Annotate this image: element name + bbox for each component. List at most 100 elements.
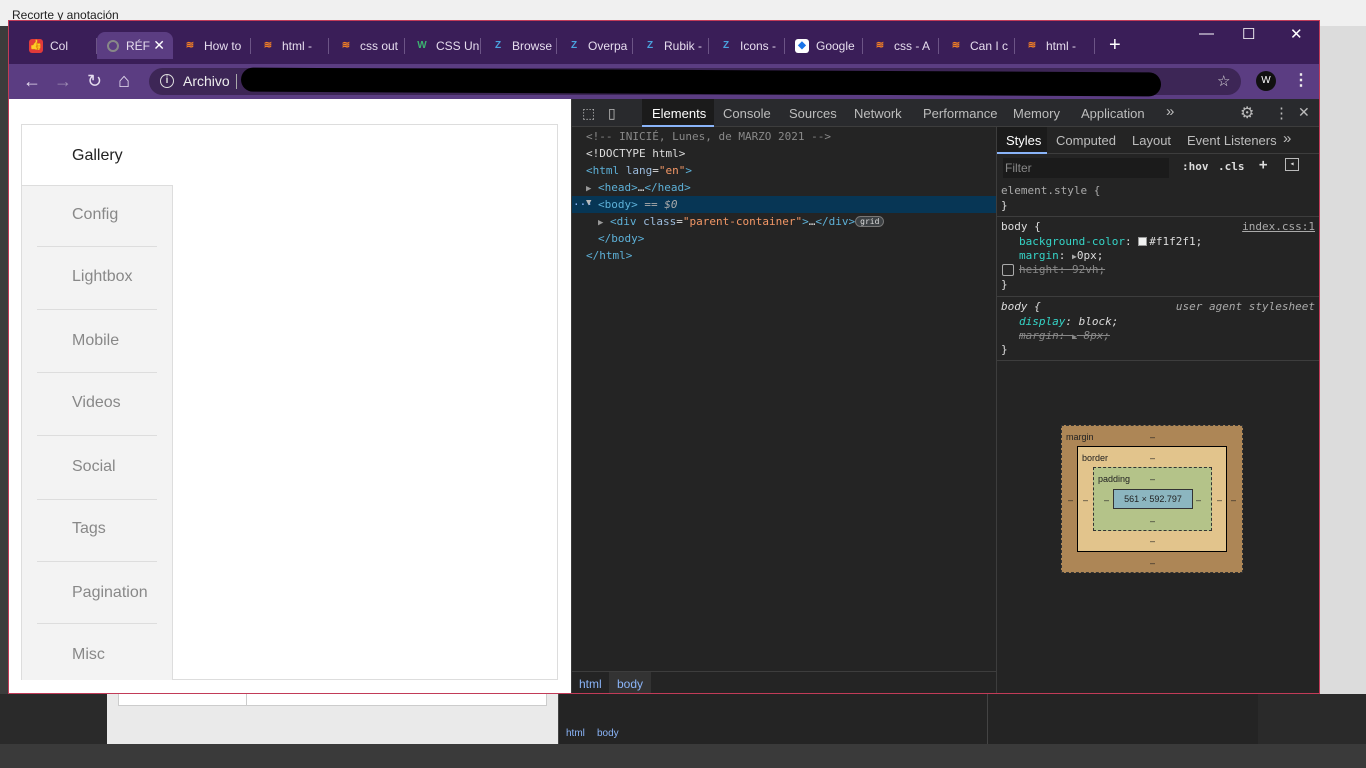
back-button[interactable]: ←: [23, 71, 41, 91]
reload-button[interactable]: ↻: [87, 71, 102, 91]
declaration-margin[interactable]: margin: ▶0px;: [1019, 249, 1103, 262]
declaration-display[interactable]: display: block;: [1019, 315, 1118, 328]
padding-left-value[interactable]: –: [1104, 495, 1109, 505]
more-styles-tabs-icon[interactable]: »: [1283, 130, 1291, 147]
border-bottom-value[interactable]: –: [1150, 536, 1155, 546]
tab-14[interactable]: ≋ html -: [1015, 32, 1095, 59]
expand-arrow-icon[interactable]: ▶: [586, 184, 591, 194]
breadcrumb-html[interactable]: html: [579, 677, 602, 691]
tab-sources[interactable]: Sources: [789, 106, 837, 121]
expand-arrow-icon[interactable]: ▶: [598, 218, 603, 228]
toggle-sidebar-icon[interactable]: ◂: [1285, 158, 1299, 171]
new-tab-button[interactable]: +: [1109, 34, 1121, 57]
home-button[interactable]: ⌂: [118, 71, 130, 91]
tab-9[interactable]: Z Rubik -: [633, 32, 709, 59]
sidebar-item-config[interactable]: Config: [37, 206, 157, 223]
sidebar-item-lightbox[interactable]: Lightbox: [37, 268, 157, 285]
element-style-rule: element.style { }: [997, 182, 1319, 217]
declaration-margin-overridden[interactable]: margin: ▶ 8px;: [1019, 329, 1110, 342]
tab-elements[interactable]: Elements: [652, 106, 706, 121]
sidebar-item-tags[interactable]: Tags: [37, 520, 157, 537]
dom-html-close[interactable]: </html>: [586, 249, 632, 262]
color-swatch-icon[interactable]: [1138, 237, 1148, 246]
declaration-height-disabled[interactable]: height: 92vh;: [1019, 263, 1105, 276]
dom-body-close[interactable]: </body>: [598, 232, 644, 245]
tab-styles[interactable]: Styles: [1006, 133, 1041, 148]
devtools-menu-icon[interactable]: ⋮: [1274, 104, 1289, 122]
tab-title: Overpa: [588, 38, 628, 53]
minimize-button[interactable]: —: [1199, 25, 1214, 42]
margin-top-value[interactable]: –: [1150, 432, 1155, 442]
styles-filter-input[interactable]: Filter: [1003, 158, 1169, 178]
tab-6[interactable]: W CSS Un: [405, 32, 481, 59]
sidebar-item-mobile[interactable]: Mobile: [37, 332, 157, 349]
settings-gear-icon[interactable]: ⚙: [1240, 103, 1254, 123]
tab-4[interactable]: ≋ html -: [251, 32, 329, 59]
declaration-background-color[interactable]: background-color: #f1f2f1;: [1019, 235, 1202, 248]
dom-head-node[interactable]: ▶ <head>…</head>: [586, 181, 691, 194]
sidebar-item-social[interactable]: Social: [37, 458, 157, 475]
tab-1[interactable]: 👍 Col: [19, 32, 97, 59]
address-bar[interactable]: i Archivo ☆: [149, 67, 1241, 97]
dom-html-open[interactable]: <html lang="en">: [586, 164, 692, 177]
tab-11[interactable]: ◆ Google: [785, 32, 863, 59]
dom-div-node[interactable]: ▶ <div class="parent-container">…</div> g…: [598, 215, 885, 228]
tab-network[interactable]: Network: [854, 106, 902, 121]
grid-badge[interactable]: grid: [855, 216, 885, 227]
box-model-content-size[interactable]: 561 × 592.797: [1113, 489, 1193, 509]
box-model-diagram[interactable]: margin – – – – border – – – – padding – …: [1061, 425, 1243, 573]
gallery-header[interactable]: Gallery: [22, 125, 173, 185]
rule-source-link[interactable]: index.css:1: [1242, 220, 1315, 233]
tab-5[interactable]: ≋ css out: [329, 32, 405, 59]
tab-7[interactable]: Z Browse: [481, 32, 557, 59]
padding-bottom-value[interactable]: –: [1150, 516, 1155, 526]
tab-event-listeners[interactable]: Event Listeners: [1187, 133, 1277, 148]
redacted-url[interactable]: [240, 67, 1162, 97]
element-style-selector[interactable]: element.style {: [1001, 184, 1100, 197]
more-tabs-icon[interactable]: »: [1166, 103, 1174, 120]
forward-button[interactable]: →: [54, 71, 72, 91]
browser-menu-icon[interactable]: ⋮: [1293, 70, 1309, 90]
breadcrumb-body[interactable]: body: [609, 672, 652, 693]
tab-8[interactable]: Z Overpa: [557, 32, 633, 59]
new-rule-button[interactable]: +: [1259, 157, 1267, 173]
padding-right-value[interactable]: –: [1196, 495, 1201, 505]
tab-computed[interactable]: Computed: [1056, 133, 1116, 148]
margin-right-value[interactable]: –: [1231, 495, 1236, 505]
class-toggle-button[interactable]: .cls: [1218, 160, 1245, 173]
bookmark-star-icon[interactable]: ☆: [1217, 72, 1230, 90]
tab-3[interactable]: ≋ How to: [173, 32, 251, 59]
sidebar-item-misc[interactable]: Misc: [37, 646, 157, 663]
collapse-arrow-icon[interactable]: ▼: [586, 198, 591, 208]
tab-application[interactable]: Application: [1081, 106, 1145, 121]
device-toolbar-icon[interactable]: ▯: [608, 105, 616, 122]
tab-memory[interactable]: Memory: [1013, 106, 1060, 121]
disable-property-checkbox[interactable]: [1002, 264, 1014, 276]
dom-doctype[interactable]: <!DOCTYPE html>: [586, 147, 685, 160]
tab-12[interactable]: ≋ css - A: [863, 32, 939, 59]
dom-body-node-selected[interactable]: ··· ▼ <body> == $0: [572, 196, 996, 213]
tab-13[interactable]: ≋ Can I c: [939, 32, 1015, 59]
dom-comment[interactable]: <!-- INICIÉ, Lunes, de MARZO 2021 -->: [586, 130, 831, 143]
tab-performance[interactable]: Performance: [923, 106, 997, 121]
tab-layout[interactable]: Layout: [1132, 133, 1171, 148]
tab-console[interactable]: Console: [723, 106, 771, 121]
sidebar-item-pagination[interactable]: Pagination: [37, 584, 157, 601]
tab-2-active[interactable]: RÉF ✕: [97, 32, 173, 59]
hover-state-button[interactable]: :hov: [1182, 160, 1209, 173]
maximize-button[interactable]: ☐: [1242, 25, 1255, 43]
close-tab-icon[interactable]: ✕: [153, 37, 165, 54]
margin-left-value[interactable]: –: [1068, 495, 1073, 505]
extension-icon[interactable]: W: [1256, 71, 1276, 91]
inspect-element-icon[interactable]: ⬚: [582, 105, 595, 122]
site-info-icon[interactable]: i: [160, 74, 174, 88]
close-window-button[interactable]: ✕: [1290, 25, 1303, 43]
border-right-value[interactable]: –: [1217, 495, 1222, 505]
border-left-value[interactable]: –: [1083, 495, 1088, 505]
padding-top-value[interactable]: –: [1150, 474, 1155, 484]
close-devtools-icon[interactable]: ✕: [1298, 104, 1310, 121]
margin-bottom-value[interactable]: –: [1150, 558, 1155, 568]
border-top-value[interactable]: –: [1150, 453, 1155, 463]
sidebar-item-videos[interactable]: Videos: [37, 394, 157, 411]
tab-10[interactable]: Z Icons -: [709, 32, 785, 59]
